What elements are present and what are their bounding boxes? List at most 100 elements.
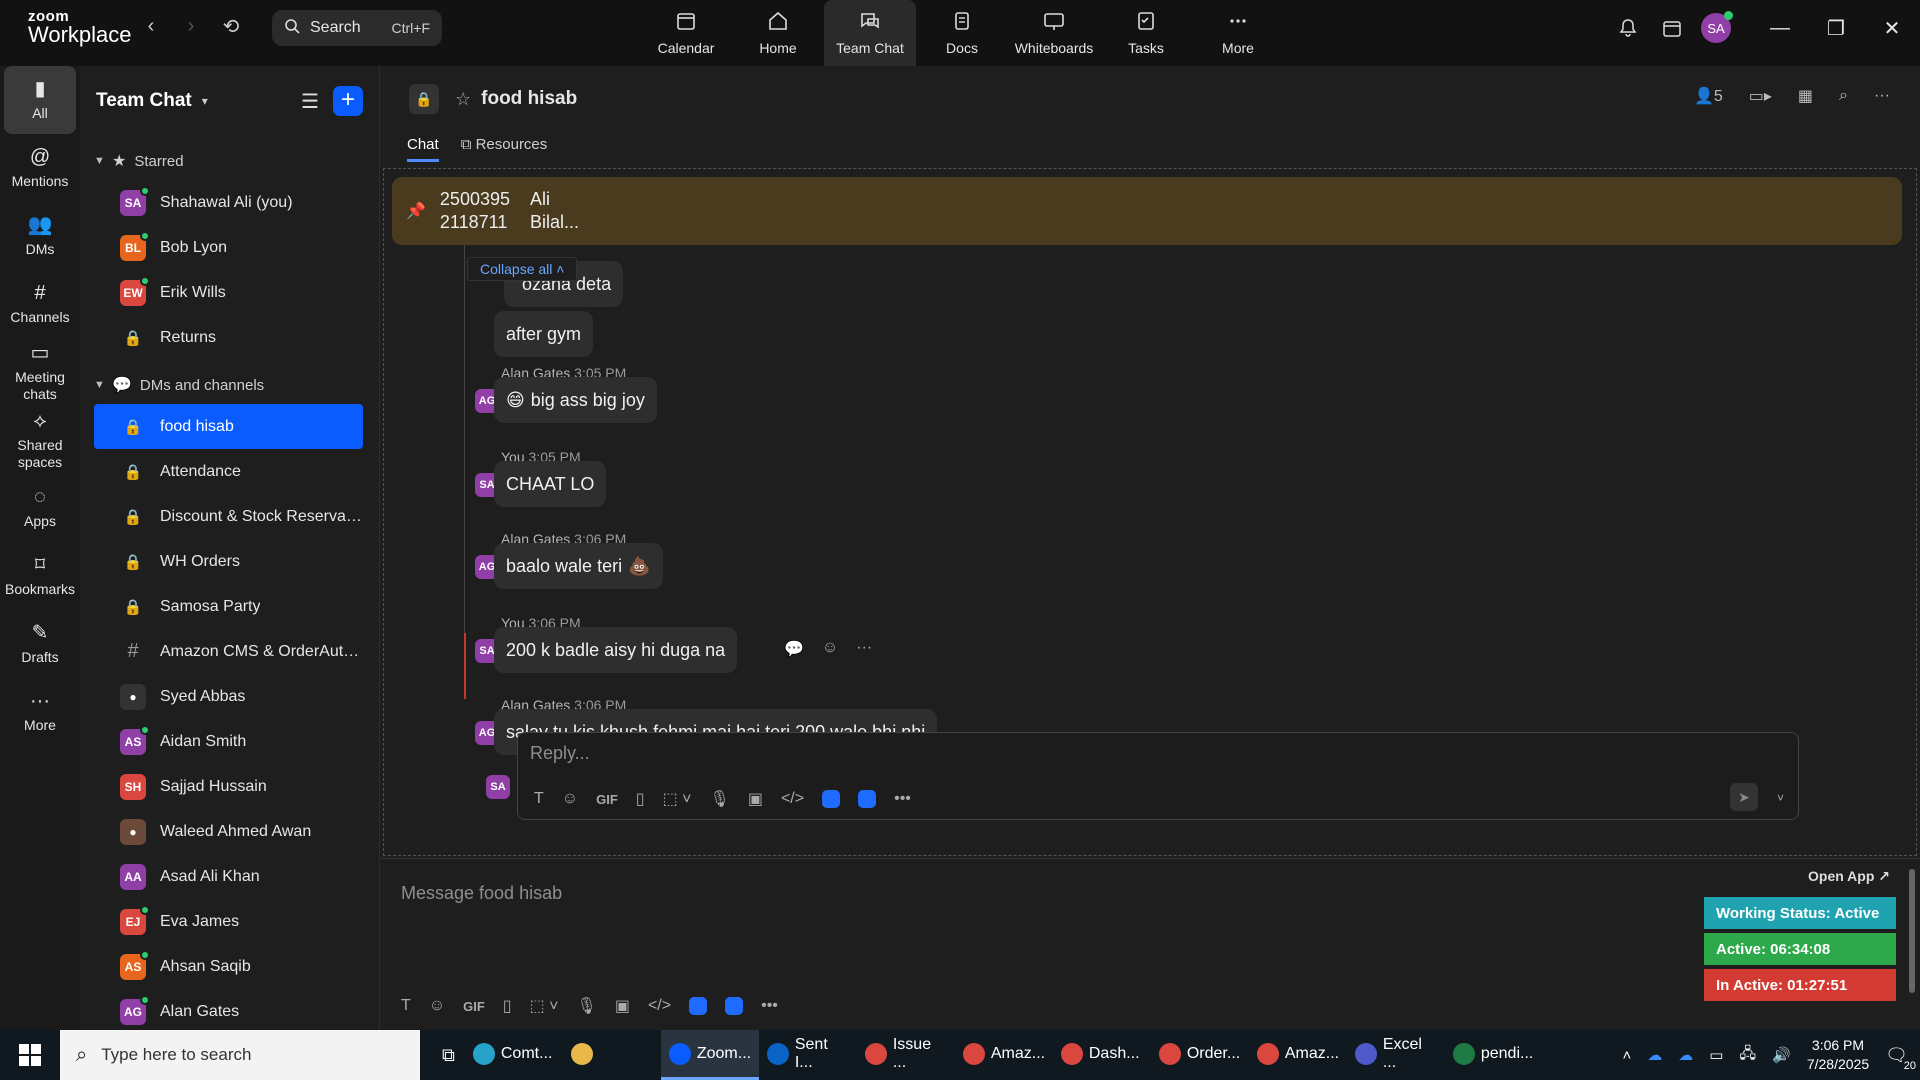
sidebar-item[interactable]: 🔒 food hisab (94, 404, 363, 449)
sidebar-item[interactable]: 🔒 Attendance (94, 449, 363, 494)
minimize-icon[interactable]: — (1752, 17, 1808, 40)
video-message-icon[interactable]: ▣ (615, 996, 630, 1016)
rail-dms[interactable]: 👥 DMs (0, 202, 80, 270)
screenshot-icon[interactable]: ⬚ ˅ (663, 789, 692, 809)
rail-channels[interactable]: # Channels (0, 270, 80, 338)
collapse-all-button[interactable]: Collapse all ˄ (467, 257, 578, 281)
reply-input[interactable]: Reply... (530, 743, 590, 764)
topnav-calendar[interactable]: Calendar (640, 0, 732, 66)
taskbar-app[interactable]: Issue ... (857, 1030, 955, 1080)
more-icon[interactable]: ••• (761, 997, 778, 1015)
chevron-up-icon[interactable]: ˄ (1622, 1047, 1631, 1064)
notification-center-icon[interactable]: 🗨 20 (1885, 1045, 1916, 1072)
calendar-status-icon[interactable] (1650, 18, 1694, 38)
app-icon[interactable] (858, 790, 877, 808)
onedrive-icon[interactable]: ☁ (1647, 1046, 1662, 1064)
sidebar-title[interactable]: Team Chat (96, 90, 192, 112)
app-icon[interactable] (725, 997, 744, 1015)
gif-button[interactable]: GIF (463, 999, 485, 1014)
sidebar-item[interactable]: 🔒 Discount & Stock Reservatio... (94, 494, 363, 539)
more-icon[interactable]: ••• (894, 790, 911, 808)
emoji-icon[interactable]: ☺ (429, 997, 445, 1015)
search-icon[interactable]: ⌕ (1839, 87, 1848, 105)
back-arrow-icon[interactable]: ‹ (140, 15, 162, 38)
rail-all[interactable]: ▮ All (4, 66, 76, 134)
video-icon[interactable]: ▭▸ (1749, 86, 1772, 106)
volume-icon[interactable]: 🔊 (1772, 1046, 1791, 1064)
emoji-icon[interactable]: ☺ (562, 790, 578, 808)
new-chat-button[interactable]: + (333, 86, 363, 116)
restore-icon[interactable]: ❐ (1808, 16, 1864, 41)
star-outline-icon[interactable]: ☆ (455, 89, 471, 110)
windows-start-icon[interactable] (0, 1030, 60, 1080)
close-icon[interactable]: ✕ (1864, 16, 1920, 41)
members-button[interactable]: 👤5 (1694, 86, 1723, 106)
reply-box[interactable]: Reply... T ☺ GIF ▯ ⬚ ˅ 🎙 ▣ </> ••• ➤ ˅ (517, 732, 1799, 820)
rail-drafts[interactable]: ✎ Drafts (0, 610, 80, 678)
compose-area[interactable]: Message food hisab T ☺ GIF ▯ ⬚ ˅ 🎙 ▣ </>… (381, 858, 1920, 1030)
sidebar-item[interactable]: EJ Eva James (94, 899, 363, 944)
taskbar-app[interactable]: Zoom... (660, 1030, 759, 1080)
file-icon[interactable]: ▯ (636, 789, 645, 809)
tab-chat[interactable]: Chat (407, 136, 439, 162)
rail-bookmarks[interactable]: ⌑ Bookmarks (0, 542, 80, 610)
forward-arrow-icon[interactable]: › (180, 15, 202, 38)
sidebar-item[interactable]: AA Asad Ali Khan (94, 854, 363, 899)
topnav-whiteboards[interactable]: Whiteboards (1008, 0, 1100, 66)
sidebar-item[interactable]: SA Shahawal Ali (you) (94, 180, 363, 225)
calendar-icon[interactable]: ▦ (1798, 86, 1813, 106)
tab-resources[interactable]: ⧉ Resources (461, 136, 548, 162)
app-icon[interactable] (822, 790, 841, 808)
rail-meeting-chats[interactable]: ▭ Meeting chats (0, 338, 80, 406)
taskbar-app[interactable]: Order... (1151, 1030, 1249, 1080)
sidebar-item[interactable]: AS Aidan Smith (94, 719, 363, 764)
reply-thread-icon[interactable]: 💬 (784, 639, 804, 659)
onedrive-icon[interactable]: ☁ (1678, 1046, 1693, 1064)
chevron-down-icon[interactable]: ▾ (202, 94, 208, 108)
topnav-more[interactable]: More (1192, 0, 1284, 66)
app-icon[interactable] (689, 997, 708, 1015)
chevron-down-icon[interactable]: ˅ (1777, 791, 1784, 805)
open-app-button[interactable]: Open App ↗ (1704, 868, 1904, 885)
sidebar-item[interactable]: EW Erik Wills (94, 270, 363, 315)
network-icon[interactable]: 🖧 (1739, 1043, 1756, 1068)
video-message-icon[interactable]: ▣ (748, 789, 763, 809)
task-view-icon[interactable]: ⧉ (442, 1045, 455, 1066)
sidebar-item[interactable]: # Amazon CMS & OrderAuto... (94, 629, 363, 674)
taskbar-app[interactable]: Amaz... (955, 1030, 1053, 1080)
battery-icon[interactable]: ▭ (1709, 1046, 1723, 1064)
taskbar-app[interactable]: pendi... (1445, 1030, 1543, 1080)
file-icon[interactable]: ▯ (503, 996, 512, 1016)
user-avatar[interactable]: SA (1701, 11, 1733, 43)
sidebar-item[interactable]: BL Bob Lyon (94, 225, 363, 270)
pinned-message[interactable]: 📌 2500395 2118711 Ali Bilal... (392, 177, 1902, 245)
sidebar-item[interactable]: SH Sajjad Hussain (94, 764, 363, 809)
gif-button[interactable]: GIF (596, 792, 618, 807)
notification-bell-icon[interactable] (1606, 18, 1650, 38)
taskbar-app[interactable]: Sent I... (759, 1030, 857, 1080)
topnav-tasks[interactable]: Tasks (1100, 0, 1192, 66)
topnav-team-chat[interactable]: Team Chat (824, 0, 916, 66)
filter-icon[interactable]: ☰ (301, 89, 319, 114)
rail-shared-spaces[interactable]: ⟡ Shared spaces (0, 406, 80, 474)
message-input[interactable]: Message food hisab (401, 883, 562, 904)
taskbar-app[interactable]: Dash... (1053, 1030, 1151, 1080)
channel-name[interactable]: food hisab (481, 88, 577, 110)
sidebar-item[interactable]: 🔒 WH Orders (94, 539, 363, 584)
topnav-home[interactable]: Home (732, 0, 824, 66)
more-options-icon[interactable]: ··· (1874, 87, 1890, 105)
add-reaction-icon[interactable]: ☺ (822, 639, 838, 659)
rail-more[interactable]: ··· More (0, 678, 80, 746)
starred-section-header[interactable]: ▼ ★ Starred (80, 142, 379, 180)
sidebar-item[interactable]: 🔒 Returns (94, 315, 363, 360)
microphone-icon[interactable]: 🎙 (577, 996, 597, 1016)
clock[interactable]: 3:06 PM 7/28/2025 (1807, 1036, 1869, 1074)
rail-mentions[interactable]: @ Mentions (0, 134, 80, 202)
taskbar-app[interactable]: Excel ... (1347, 1030, 1445, 1080)
taskbar-app[interactable]: Comt... (465, 1030, 563, 1080)
history-icon[interactable]: ⟲ (220, 14, 242, 39)
sidebar-item[interactable]: ● Waleed Ahmed Awan (94, 809, 363, 854)
sidebar-item[interactable]: AG Alan Gates (94, 989, 363, 1030)
more-actions-icon[interactable]: ··· (856, 639, 872, 659)
send-icon[interactable]: ➤ (1730, 783, 1758, 811)
